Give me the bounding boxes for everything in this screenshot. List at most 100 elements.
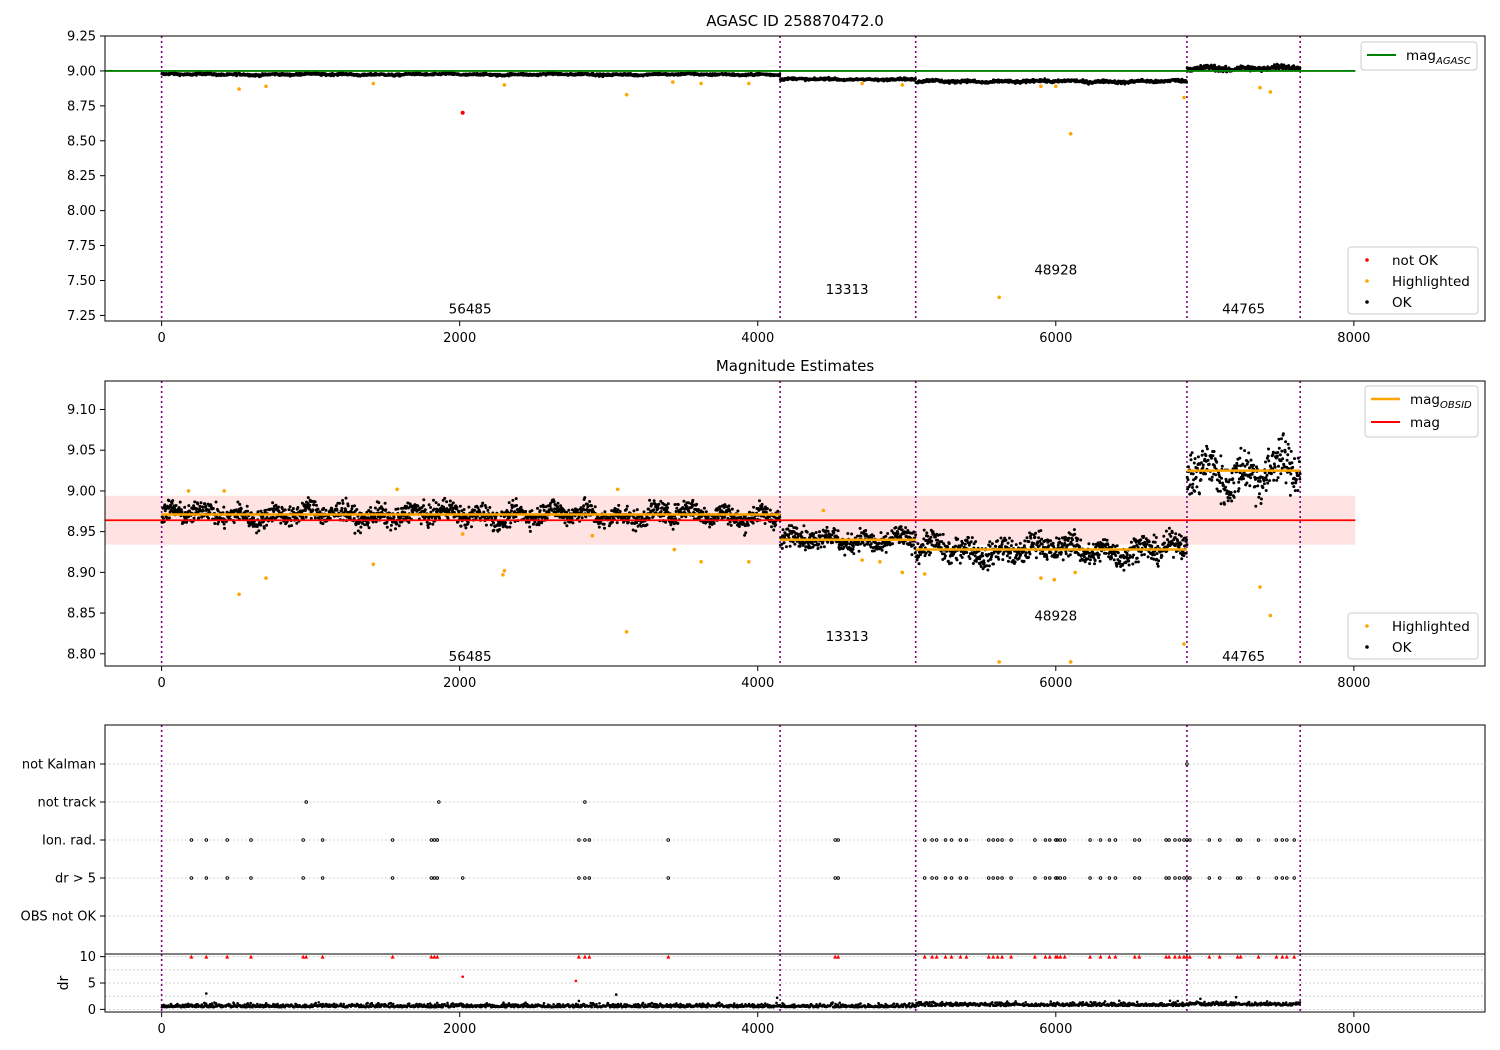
ok-point <box>727 504 731 508</box>
ok-point <box>782 541 786 545</box>
ok-point <box>214 500 218 504</box>
highlighted-point <box>900 83 905 87</box>
ok-point <box>306 496 310 500</box>
ok-point <box>845 540 849 544</box>
ok-point <box>652 508 656 512</box>
ok-point <box>303 509 307 512</box>
ok-point <box>432 498 435 502</box>
legend-mag-agasc-main: mag <box>1406 48 1436 64</box>
ok-point <box>833 528 837 532</box>
ok-point <box>969 540 973 544</box>
ok-point <box>1032 542 1036 545</box>
ok-point <box>1023 539 1027 543</box>
ok-point <box>448 499 452 503</box>
ok-point <box>973 554 977 558</box>
ok-point <box>992 562 995 566</box>
ok-point <box>279 521 283 525</box>
x-tick-label: 0 <box>157 331 165 346</box>
ok-point <box>277 505 280 509</box>
ok-point <box>395 522 399 526</box>
ok-point <box>645 523 649 527</box>
ok-point <box>481 501 485 505</box>
ok-point <box>686 501 690 505</box>
ok-point <box>843 553 847 557</box>
ok-point <box>470 525 473 529</box>
ok-point <box>259 523 263 527</box>
ok-point <box>930 539 934 543</box>
ok-point <box>334 504 338 508</box>
highlighted-point <box>371 81 376 86</box>
ok-point <box>872 549 876 553</box>
ok-point <box>239 507 243 511</box>
ok-point <box>283 508 287 512</box>
ok-point <box>728 509 732 513</box>
ok-point <box>938 533 942 537</box>
ok-point <box>1009 544 1013 548</box>
ok-point <box>296 506 300 509</box>
ok-point <box>431 522 435 526</box>
ok-point <box>850 532 854 536</box>
y-tick-label: 8.50 <box>67 134 96 149</box>
ok-point <box>236 500 240 504</box>
ok-point <box>987 552 991 556</box>
magnitude-panel-title: Magnitude Estimates <box>716 357 874 375</box>
ok-point <box>484 523 488 527</box>
ok-point <box>812 532 816 536</box>
legend-mag-agasc-sub: AGASC <box>1435 56 1471 67</box>
ok-point <box>530 509 534 513</box>
ok-point <box>498 528 501 531</box>
ok-point <box>1002 550 1006 554</box>
agasc-panel-title: AGASC ID 258870472.0 <box>706 12 884 30</box>
magnitude-panel-points-layer <box>160 432 1302 664</box>
ok-point <box>1014 543 1018 547</box>
ok-point <box>178 500 182 504</box>
ok-point <box>542 508 546 512</box>
ok-point <box>627 516 631 519</box>
ok-point <box>255 531 259 535</box>
agasc-line-legend: magAGASC <box>1360 41 1478 71</box>
ok-point <box>743 533 747 537</box>
ok-point <box>428 522 432 526</box>
ok-point <box>590 504 593 508</box>
ok-point <box>192 516 196 520</box>
ok-point <box>817 542 821 546</box>
ok-point <box>744 531 748 535</box>
ok-point <box>675 506 679 510</box>
ok-point <box>997 557 1001 561</box>
not-ok-point <box>460 110 465 115</box>
ok-point <box>826 529 830 533</box>
y-tick-label: 8.75 <box>67 99 96 114</box>
obsid-label: 48928 <box>1034 262 1077 278</box>
ok-point <box>597 525 601 529</box>
ok-point <box>492 521 495 525</box>
ok-point <box>437 503 441 507</box>
ok-point <box>1006 541 1010 545</box>
ok-point <box>676 503 680 506</box>
y-tick-label: 7.50 <box>67 274 96 289</box>
ok-point <box>488 506 492 509</box>
highlighted-point <box>624 92 629 97</box>
ok-point <box>716 516 720 520</box>
ok-point <box>1025 536 1029 540</box>
ok-point <box>1298 66 1302 70</box>
ok-point <box>425 520 429 524</box>
ok-point <box>1018 541 1022 545</box>
ok-point <box>1004 538 1008 542</box>
ok-point <box>271 501 275 505</box>
ok-point <box>664 520 668 524</box>
x-tick-label: 2000 <box>443 331 476 346</box>
x-tick-label: 6000 <box>1039 331 1072 346</box>
ok-point <box>898 540 902 544</box>
ok-point <box>910 553 914 557</box>
ok-point <box>311 508 315 512</box>
ok-point <box>730 507 734 511</box>
ok-point <box>970 536 974 540</box>
ok-point <box>313 516 317 520</box>
ok-point <box>203 502 207 506</box>
ok-point <box>341 501 345 505</box>
ok-point <box>434 501 438 505</box>
ok-point <box>586 505 590 509</box>
ok-point <box>856 543 860 547</box>
ok-point <box>353 504 356 508</box>
ok-point <box>971 562 975 565</box>
